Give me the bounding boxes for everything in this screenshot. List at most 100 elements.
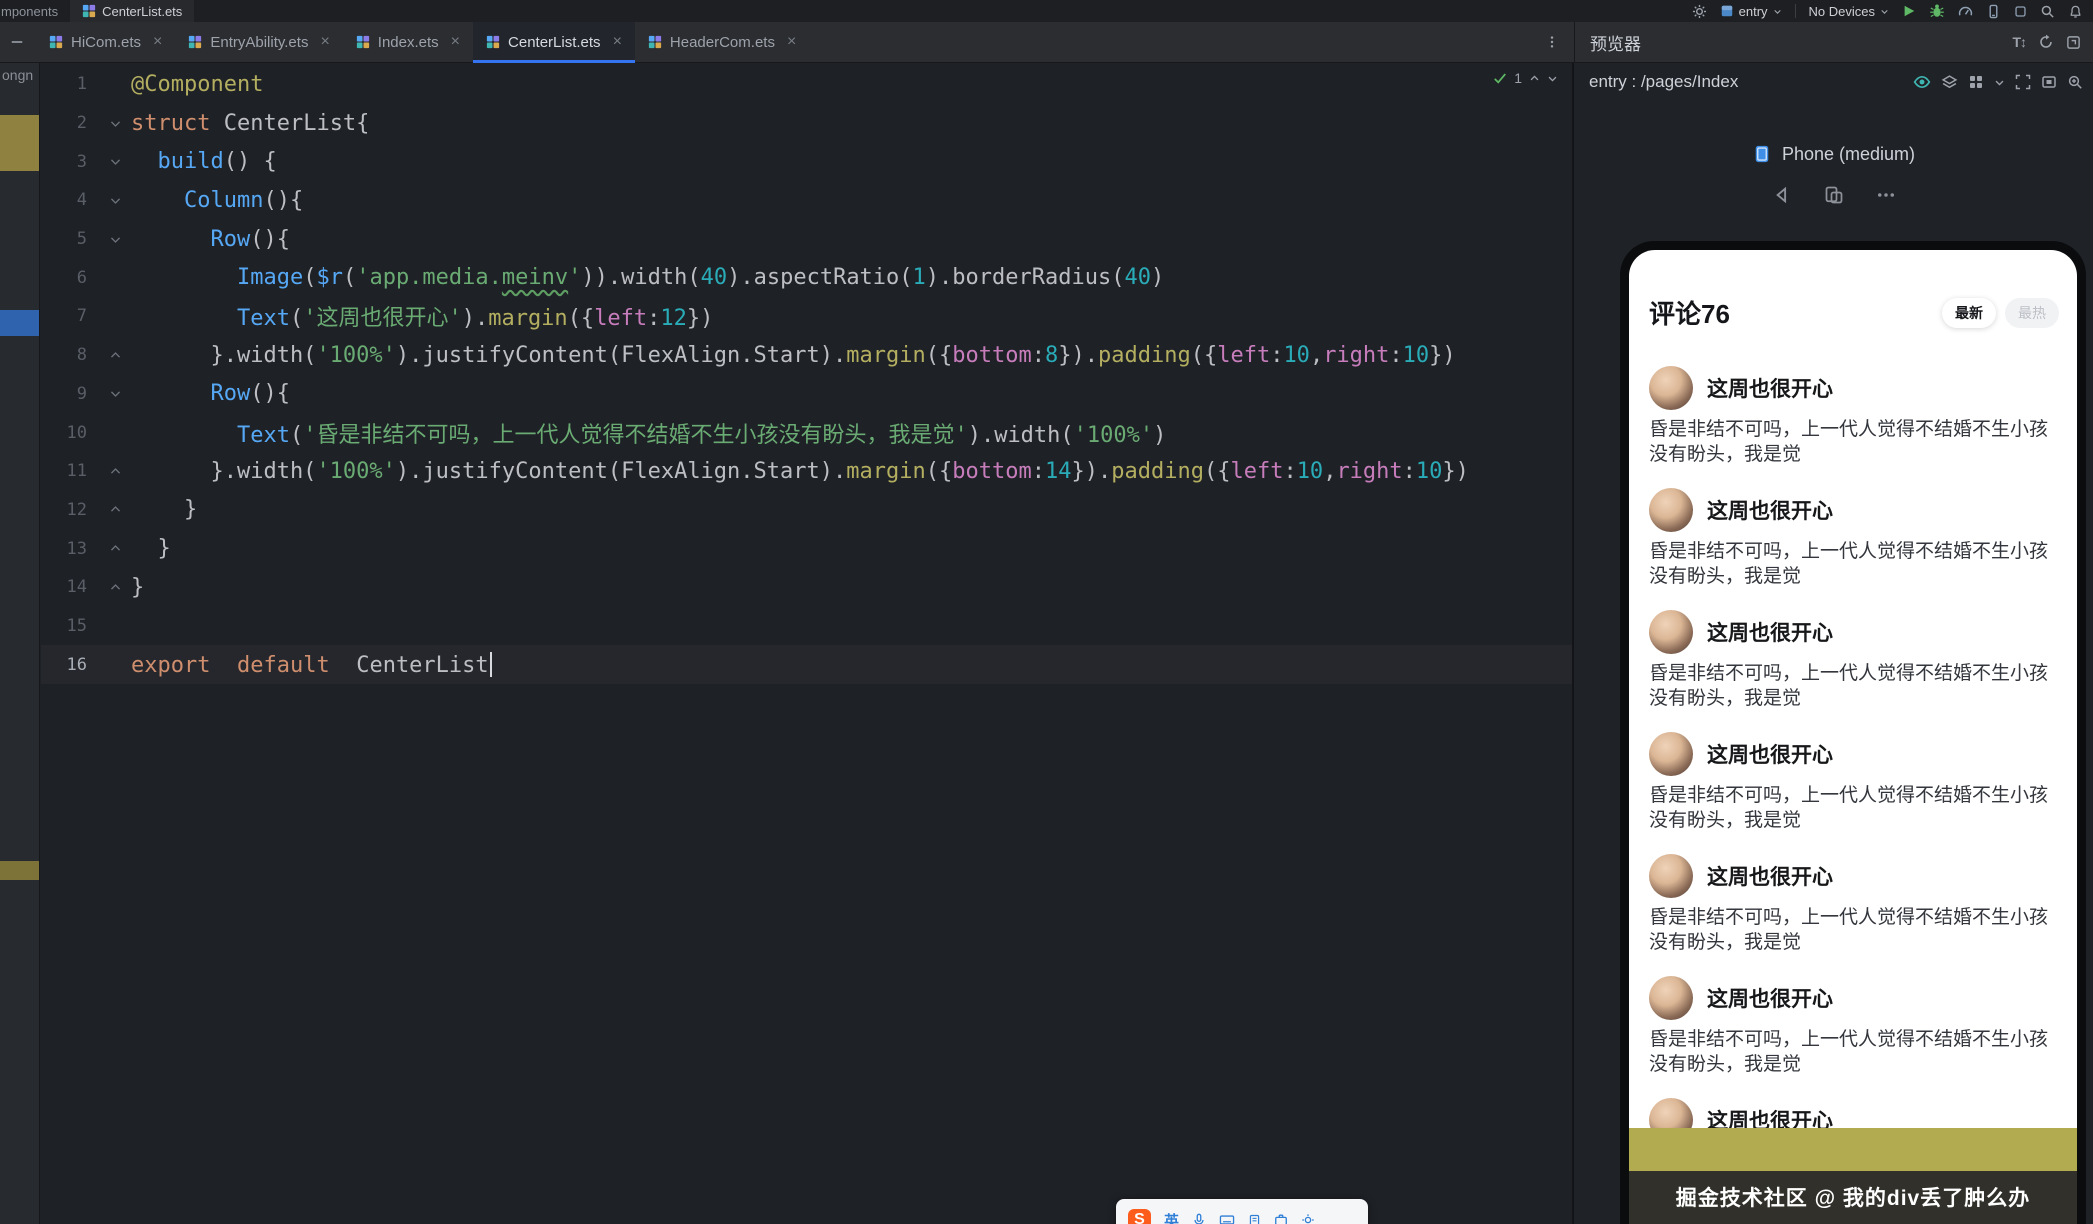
line-number: 7 <box>41 306 99 326</box>
code-line[interactable]: 13 } <box>41 529 1572 568</box>
comment-item[interactable]: 这周也很开心昏是非结不可吗，上一代人觉得不结婚不生小孩没有盼头，我是觉 <box>1649 608 2059 711</box>
line-number: 10 <box>41 423 99 443</box>
editor-tab-index-ets[interactable]: Index.ets× <box>343 22 473 62</box>
prev-problem-chevron-up-icon[interactable] <box>1529 73 1540 84</box>
comment-title: 这周也很开心 <box>1707 983 1833 1013</box>
device-selector[interactable]: No Devices <box>1809 4 1889 19</box>
project-panel-strip[interactable]: ongn <box>0 63 40 1224</box>
code-line[interactable]: 4 Column(){ <box>41 181 1572 220</box>
comment-title: 这周也很开心 <box>1707 617 1833 647</box>
fold-collapse-icon[interactable] <box>99 155 131 168</box>
attach-debugger-button[interactable] <box>1986 4 2001 19</box>
chevron-down-icon[interactable] <box>1994 77 2005 88</box>
comments-list: 这周也很开心昏是非结不可吗，上一代人觉得不结婚不生小孩没有盼头，我是觉这周也很开… <box>1629 331 2077 1199</box>
run-config-selector[interactable]: entry <box>1720 4 1782 19</box>
rotate-ccw-icon[interactable] <box>1772 185 1792 205</box>
zoom-in-icon[interactable] <box>2067 74 2083 90</box>
code-line[interactable]: 12 } <box>41 491 1572 530</box>
ime-toolbar[interactable]: S 英 <box>1116 1199 1368 1224</box>
toolbox-icon[interactable] <box>1274 1213 1288 1224</box>
fold-collapse-icon[interactable] <box>99 194 131 207</box>
editor-tab-centerlist-ets[interactable]: CenterList.ets× <box>473 22 635 62</box>
code-line[interactable]: 14} <box>41 568 1572 607</box>
more-tabs-kebab-icon[interactable] <box>1545 22 1559 62</box>
code-text: @Component <box>131 72 1572 97</box>
code-line[interactable]: 8 }.width('100%').justifyContent(FlexAli… <box>41 336 1572 375</box>
fold-end-icon[interactable] <box>99 349 131 362</box>
keyboard-icon[interactable] <box>1219 1213 1235 1224</box>
code-line[interactable]: 11 }.width('100%').justifyContent(FlexAl… <box>41 452 1572 491</box>
code-line[interactable]: 5 Row(){ <box>41 220 1572 259</box>
close-tab-icon[interactable]: × <box>451 34 460 50</box>
next-problem-chevron-down-icon[interactable] <box>1547 73 1558 84</box>
window-file-tab[interactable]: CenterList.ets <box>70 0 194 22</box>
code-line[interactable]: 3 build() { <box>41 142 1572 181</box>
notifications-icon[interactable] <box>2068 4 2083 19</box>
sort-hottest-badge[interactable]: 最热 <box>2005 298 2059 328</box>
code-editor[interactable]: 1@Component2struct CenterList{3 build() … <box>41 63 1572 1224</box>
hide-toolwindow-icon[interactable] <box>0 22 36 62</box>
grid-view-icon[interactable] <box>1968 74 1984 90</box>
debug-button[interactable] <box>1929 3 1945 19</box>
fold-end-icon[interactable] <box>99 581 131 594</box>
close-tab-icon[interactable]: × <box>787 34 796 50</box>
code-line[interactable]: 7 Text('这周也很开心').margin({left:12}) <box>41 297 1572 336</box>
editor-tab-bar: HiCom.ets×EntryAbility.ets×Index.ets×Cen… <box>0 22 2093 63</box>
code-line[interactable]: 10 Text('昏是非结不可吗，上一代人觉得不结婚不生小孩没有盼头，我是觉')… <box>41 413 1572 452</box>
fold-end-icon[interactable] <box>99 542 131 555</box>
comment-title: 这周也很开心 <box>1707 861 1833 891</box>
fold-collapse-icon[interactable] <box>99 233 131 246</box>
code-line[interactable]: 9 Row(){ <box>41 375 1572 414</box>
open-in-new-icon[interactable] <box>2066 35 2081 50</box>
comment-body: 昏是非结不可吗，上一代人觉得不结婚不生小孩没有盼头，我是觉 <box>1649 661 2059 711</box>
sort-newest-badge[interactable]: 最新 <box>1942 298 1996 328</box>
inspection-widget[interactable]: 1 <box>1493 70 1558 86</box>
ime-settings-gear-icon[interactable] <box>1301 1213 1315 1224</box>
run-button[interactable] <box>1902 4 1916 18</box>
comment-item[interactable]: 这周也很开心昏是非结不可吗，上一代人觉得不结婚不生小孩没有盼头，我是觉 <box>1649 730 2059 833</box>
close-tab-icon[interactable]: × <box>153 34 162 50</box>
ime-language-toggle[interactable]: 英 <box>1164 1210 1179 1224</box>
code-line[interactable]: 15 <box>41 607 1572 646</box>
comment-item[interactable]: 这周也很开心昏是非结不可吗，上一代人觉得不结婚不生小孩没有盼头，我是觉 <box>1649 852 2059 955</box>
editor-tab-hicom-ets[interactable]: HiCom.ets× <box>36 22 175 62</box>
fold-end-icon[interactable] <box>99 503 131 516</box>
preview-page-path: entry : /pages/Index <box>1589 72 1738 92</box>
comment-item[interactable]: 这周也很开心昏是非结不可吗，上一代人觉得不结婚不生小孩没有盼头，我是觉 <box>1649 364 2059 467</box>
code-area[interactable]: 1@Component2struct CenterList{3 build() … <box>41 63 1572 684</box>
settings-gear-icon[interactable] <box>1692 4 1707 19</box>
stop-button[interactable] <box>2014 5 2027 18</box>
fold-collapse-icon[interactable] <box>99 117 131 130</box>
layers-icon[interactable] <box>1941 74 1958 91</box>
comment-item[interactable]: 这周也很开心昏是非结不可吗，上一代人觉得不结婚不生小孩没有盼头，我是觉 <box>1649 974 2059 1077</box>
watermark-text: 掘金技术社区 @ 我的div丢了肿么办 <box>1676 1182 2031 1224</box>
editor-tab-entryability-ets[interactable]: EntryAbility.ets× <box>175 22 342 62</box>
code-line[interactable]: 2struct CenterList{ <box>41 104 1572 143</box>
refresh-icon[interactable] <box>2038 34 2054 50</box>
code-line[interactable]: 16export default CenterList <box>41 645 1572 684</box>
code-text: struct CenterList{ <box>131 111 1572 136</box>
orientation-icon[interactable] <box>1824 185 1844 205</box>
frame-icon[interactable] <box>2015 74 2031 90</box>
fit-to-screen-icon[interactable] <box>2041 74 2057 90</box>
voice-icon[interactable] <box>1192 1213 1206 1224</box>
search-icon[interactable] <box>2040 4 2055 19</box>
comment-item[interactable]: 这周也很开心昏是非结不可吗，上一代人觉得不结婚不生小孩没有盼头，我是觉 <box>1649 486 2059 589</box>
code-text: Row(){ <box>131 381 1572 406</box>
profiler-button[interactable] <box>1958 4 1973 19</box>
fold-collapse-icon[interactable] <box>99 387 131 400</box>
comment-body-line: 昏是非结不可吗，上一代人觉得不结婚不生小孩 <box>1649 661 2059 686</box>
editor-tab-headercom-ets[interactable]: HeaderCom.ets× <box>635 22 809 62</box>
code-line[interactable]: 1@Component <box>41 65 1572 104</box>
more-options-icon[interactable] <box>1876 185 1896 205</box>
code-line[interactable]: 6 Image($r('app.media.meinv')).width(40)… <box>41 258 1572 297</box>
clipboard-icon[interactable] <box>1248 1213 1261 1224</box>
line-number: 15 <box>41 616 99 636</box>
font-size-icon[interactable]: T↕ <box>2012 34 2026 50</box>
close-tab-icon[interactable]: × <box>613 34 622 50</box>
chevron-down-icon <box>1773 7 1782 16</box>
close-tab-icon[interactable]: × <box>320 34 329 50</box>
inspect-eye-icon[interactable] <box>1913 73 1931 91</box>
fold-end-icon[interactable] <box>99 465 131 478</box>
comment-head: 这周也很开心 <box>1649 364 2059 412</box>
